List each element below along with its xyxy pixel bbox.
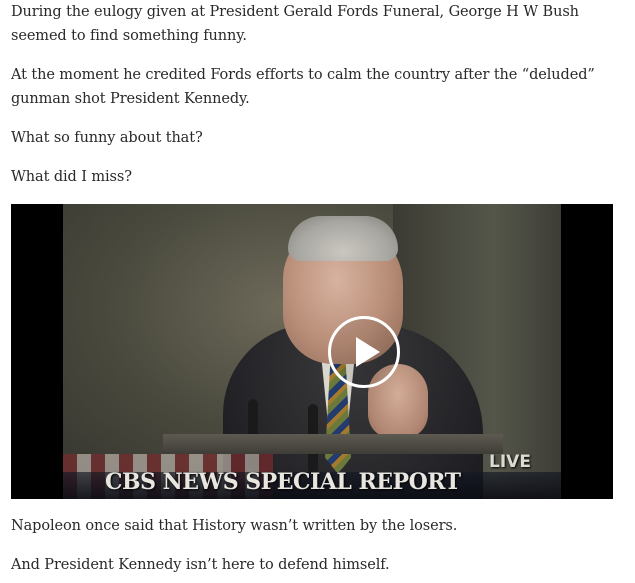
video-thumbnail: CBS NEWS SPECIAL REPORT LIVE — [63, 204, 561, 499]
play-button[interactable] — [328, 316, 400, 388]
speaker-hair — [288, 216, 398, 261]
paragraph: What so funny about that? — [11, 130, 203, 146]
news-banner-text: CBS NEWS SPECIAL REPORT — [105, 469, 461, 495]
live-badge: LIVE — [489, 452, 531, 472]
paragraph: During the eulogy given at President Ger… — [11, 4, 579, 44]
paragraph: And President Kennedy isn’t here to defe… — [11, 557, 390, 573]
podium — [163, 434, 503, 454]
embedded-video[interactable]: CBS NEWS SPECIAL REPORT LIVE — [11, 204, 613, 499]
play-icon — [356, 337, 380, 367]
paragraph: At the moment he credited Fords efforts … — [11, 67, 595, 107]
paragraph: What did I miss? — [11, 169, 132, 185]
paragraph: Napoleon once said that History wasn’t w… — [11, 518, 458, 534]
